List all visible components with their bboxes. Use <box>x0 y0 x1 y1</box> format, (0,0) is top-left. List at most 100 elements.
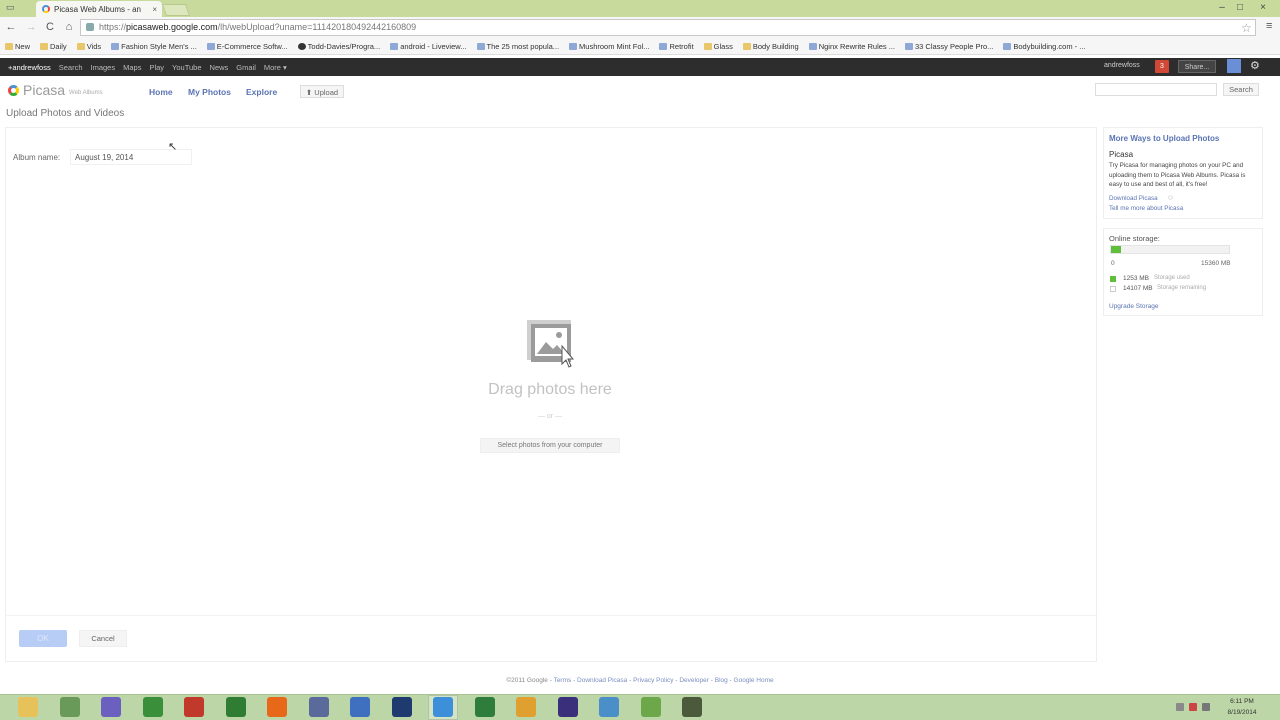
bookmark-label: android - Liveview... <box>400 42 467 51</box>
windows-explorer-icon[interactable] <box>18 697 38 717</box>
bookmark-item[interactable]: Fashion Style Men's ... <box>106 42 202 51</box>
putty-icon[interactable] <box>308 697 329 717</box>
android-studio-icon[interactable] <box>640 697 661 717</box>
bookmarks-bar: New Daily Vids Fashion Style Men's ... E-Com… <box>0 39 1280 55</box>
footer-link[interactable]: Terms <box>554 677 572 684</box>
download-picasa-link[interactable]: Download Picasa <box>1109 195 1158 202</box>
github-icon <box>297 43 306 50</box>
bookmark-item[interactable]: Glass <box>699 42 738 51</box>
folder-icon <box>742 43 751 50</box>
chrome-icon[interactable] <box>433 697 453 717</box>
bookmark-item[interactable]: Daily <box>35 42 72 51</box>
gbar-item[interactable]: Maps <box>119 63 145 72</box>
tab-explore[interactable]: Explore <box>246 87 277 97</box>
bookmark-item[interactable]: Nginx Rewrite Rules ... <box>804 42 900 51</box>
notifications-badge[interactable]: 3 <box>1155 60 1169 73</box>
bookmark-item[interactable]: E-Commerce Softw... <box>202 42 293 51</box>
browser-tab[interactable]: Picasa Web Albums - an × <box>36 1 162 17</box>
upload-button[interactable]: ⬆ Upload <box>300 85 344 98</box>
close-window-button[interactable]: × <box>1252 0 1274 16</box>
search-button[interactable]: Search <box>1223 83 1259 96</box>
notepad-icon[interactable] <box>142 697 163 717</box>
logo-subtitle: Web Albums <box>69 90 103 96</box>
photoshop-icon[interactable] <box>391 697 412 717</box>
lock-icon <box>86 23 94 31</box>
gbar-item[interactable]: +andrewfoss <box>0 63 55 72</box>
upgrade-storage-link[interactable]: Upgrade Storage <box>1109 303 1159 310</box>
share-button[interactable]: Share... <box>1178 60 1216 73</box>
gbar-item[interactable]: Play <box>145 63 168 72</box>
bookmark-item[interactable]: 33 Classy People Pro... <box>900 42 998 51</box>
tray-arrow-icon[interactable] <box>1176 703 1184 711</box>
address-bar[interactable]: https://picasaweb.google.com/lh/webUploa… <box>80 19 1256 36</box>
media-player-icon[interactable] <box>516 697 536 717</box>
gbar-item[interactable]: Gmail <box>232 63 260 72</box>
back-button[interactable]: ← <box>4 20 18 34</box>
gear-icon[interactable]: ⚙ <box>1250 59 1260 72</box>
footer-link[interactable]: Download Picasa <box>577 677 627 684</box>
select-photos-button[interactable]: Select photos from your computer <box>480 438 620 453</box>
storage-used-fill <box>1111 246 1121 253</box>
footer-link[interactable]: Privacy Policy <box>633 677 673 684</box>
search-input[interactable] <box>1095 83 1217 96</box>
minimize-button[interactable]: – <box>1213 0 1231 16</box>
tab-home[interactable]: Home <box>149 87 173 97</box>
bookmark-item[interactable]: Bodybuilding.com - ... <box>998 42 1090 51</box>
bookmark-item[interactable]: Vids <box>72 42 106 51</box>
page-icon <box>569 43 578 50</box>
gbar-username[interactable]: andrewfoss <box>1104 62 1140 69</box>
page-icon <box>659 43 668 50</box>
bookmark-label: Daily <box>50 42 67 51</box>
computer-icon[interactable] <box>59 697 80 717</box>
chrome-menu-icon[interactable]: ≡ <box>1266 20 1272 32</box>
storage-max: 15360 MB <box>1201 260 1231 267</box>
avatar[interactable] <box>1227 59 1241 73</box>
clock-time[interactable]: 6:11 PM <box>1222 698 1262 705</box>
gbar-item[interactable]: Images <box>87 63 120 72</box>
gbar-item[interactable]: Search <box>55 63 87 72</box>
picasa-favicon-icon <box>42 5 50 13</box>
bookmark-item[interactable]: Retrofit <box>654 42 698 51</box>
picasa-logo[interactable]: Picasa Web Albums <box>8 82 103 98</box>
bookmark-item[interactable]: Mushroom Mint Fol... <box>564 42 654 51</box>
gbar-item[interactable]: YouTube <box>168 63 205 72</box>
tray-network-icon[interactable] <box>1202 703 1210 711</box>
bookmark-item[interactable]: android - Liveview... <box>385 42 471 51</box>
cancel-button[interactable]: Cancel <box>79 630 127 647</box>
footer-link[interactable]: Developer <box>679 677 709 684</box>
eclipse-icon[interactable] <box>557 697 578 717</box>
tray-flag-icon[interactable] <box>1189 703 1197 711</box>
virtualbox-icon[interactable] <box>350 697 370 717</box>
google-bar: +andrewfoss Search Images Maps Play YouTube Ne… <box>0 58 1280 76</box>
network-icon[interactable] <box>225 697 246 717</box>
bookmark-label: Retrofit <box>669 42 694 51</box>
maximize-button[interactable]: □ <box>1231 0 1249 16</box>
learn-more-link[interactable]: Tell me more about Picasa <box>1109 205 1183 212</box>
excel-icon[interactable] <box>474 697 495 717</box>
drag-photos-text: Drag photos here <box>488 381 612 398</box>
footer-link[interactable]: Google Home <box>734 677 774 684</box>
tab-close-icon[interactable]: × <box>152 5 157 14</box>
orb-icon[interactable] <box>101 697 121 717</box>
reload-button[interactable]: C <box>43 20 57 34</box>
bookmark-item[interactable]: Todd-Davies/Progra... <box>293 42 386 51</box>
gbar-item[interactable]: News <box>206 63 233 72</box>
filezilla-icon[interactable] <box>184 697 204 717</box>
tab-title: Picasa Web Albums - an <box>54 4 142 14</box>
bookmark-item[interactable]: The 25 most popula... <box>472 42 565 51</box>
new-tab-button[interactable] <box>161 4 191 16</box>
remote-desktop-icon[interactable] <box>599 697 619 717</box>
gbar-item[interactable]: More ▾ <box>260 63 291 72</box>
bookmark-star-icon[interactable]: ☆ <box>1241 21 1252 35</box>
tools-icon[interactable] <box>682 697 702 717</box>
ok-button[interactable]: OK <box>19 630 67 647</box>
bookmark-item[interactable]: New <box>0 42 35 51</box>
home-button[interactable]: ⌂ <box>62 20 76 34</box>
app-menu-icon[interactable]: ▭ <box>6 2 26 15</box>
clock-date[interactable]: 8/19/2014 <box>1222 709 1262 716</box>
forward-button[interactable]: → <box>24 20 38 34</box>
tab-my-photos[interactable]: My Photos <box>188 87 231 97</box>
bookmark-item[interactable]: Body Building <box>738 42 804 51</box>
firefox-icon[interactable] <box>267 697 287 717</box>
footer-link[interactable]: Blog <box>715 677 728 684</box>
